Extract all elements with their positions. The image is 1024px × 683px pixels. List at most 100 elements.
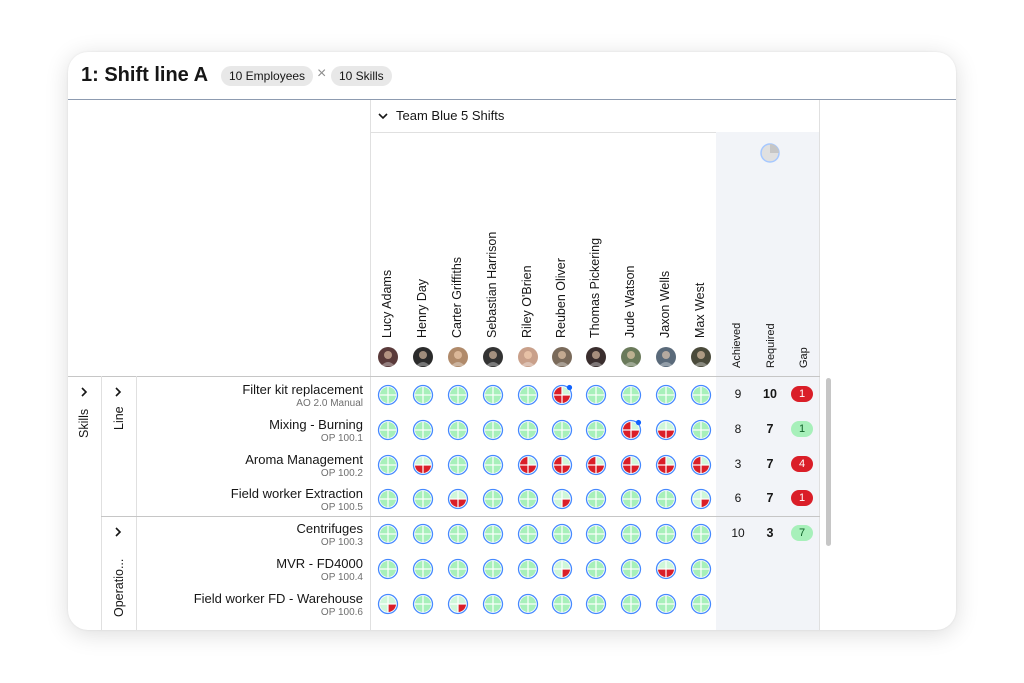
skill-level-icon[interactable] xyxy=(482,488,504,510)
group-label-operations: Operatio... xyxy=(112,558,126,617)
skills-expand-toggle[interactable] xyxy=(79,386,89,401)
employee-avatar[interactable] xyxy=(518,347,538,367)
skill-level-icon[interactable] xyxy=(377,454,399,476)
skill-level-icon[interactable] xyxy=(585,558,607,580)
skill-level-icon[interactable] xyxy=(690,523,712,545)
skill-level-icon[interactable] xyxy=(620,419,642,441)
skill-level-icon[interactable] xyxy=(517,593,539,615)
skill-level-icon[interactable] xyxy=(412,488,434,510)
employee-avatar[interactable] xyxy=(691,347,711,367)
skill-level-icon[interactable] xyxy=(482,558,504,580)
skill-level-icon[interactable] xyxy=(412,558,434,580)
skill-level-icon[interactable] xyxy=(655,488,677,510)
team-toggle[interactable]: Team Blue 5 Shifts xyxy=(378,108,504,123)
skill-level-icon[interactable] xyxy=(412,593,434,615)
skill-level-icon[interactable] xyxy=(655,419,677,441)
skill-level-icon[interactable] xyxy=(482,454,504,476)
skill-level-icon[interactable] xyxy=(447,384,469,406)
skill-level-icon[interactable] xyxy=(620,523,642,545)
skill-level-icon[interactable] xyxy=(690,419,712,441)
skill-level-icon[interactable] xyxy=(377,488,399,510)
skill-level-icon[interactable] xyxy=(517,558,539,580)
skill-level-icon[interactable] xyxy=(690,454,712,476)
skill-level-icon[interactable] xyxy=(412,384,434,406)
employee-avatar[interactable] xyxy=(586,347,606,367)
skill-level-icon[interactable] xyxy=(447,454,469,476)
skill-level-icon[interactable] xyxy=(655,523,677,545)
skill-level-icon[interactable] xyxy=(620,454,642,476)
skill-level-icon[interactable] xyxy=(620,488,642,510)
skill-level-icon[interactable] xyxy=(517,523,539,545)
skill-level-icon[interactable] xyxy=(551,523,573,545)
gap-badge: 4 xyxy=(791,456,813,472)
skill-level-icon[interactable] xyxy=(482,593,504,615)
skill-name: MVR - FD4000 xyxy=(276,556,363,571)
skill-level-icon[interactable] xyxy=(377,523,399,545)
skill-level-icon[interactable] xyxy=(690,384,712,406)
axis-divider xyxy=(101,376,102,630)
skill-level-icon[interactable] xyxy=(620,558,642,580)
skill-level-icon[interactable] xyxy=(517,488,539,510)
skill-label: Field worker FD - Warehouse OP 100.6 xyxy=(136,591,363,623)
skill-level-icon[interactable] xyxy=(655,384,677,406)
skill-level-icon[interactable] xyxy=(655,558,677,580)
skill-level-icon[interactable] xyxy=(690,488,712,510)
skill-level-icon[interactable] xyxy=(585,523,607,545)
skill-level-icon[interactable] xyxy=(620,593,642,615)
skill-level-icon[interactable] xyxy=(585,593,607,615)
skill-name: Centrifuges xyxy=(296,521,363,536)
line-group-toggle[interactable] xyxy=(113,386,123,401)
employee-name: Sebastian Harrison xyxy=(485,231,499,338)
skill-level-icon[interactable] xyxy=(377,384,399,406)
employee-avatar[interactable] xyxy=(552,347,572,367)
employee-avatar[interactable] xyxy=(483,347,503,367)
employee-avatar[interactable] xyxy=(378,347,398,367)
skill-level-icon[interactable] xyxy=(655,593,677,615)
employee-avatar[interactable] xyxy=(621,347,641,367)
gap-header: Gap xyxy=(798,347,810,368)
operations-group-toggle[interactable] xyxy=(113,526,123,541)
skill-level-icon[interactable] xyxy=(517,419,539,441)
skill-level-icon[interactable] xyxy=(447,523,469,545)
skill-level-icon[interactable] xyxy=(585,384,607,406)
achieved-value: 9 xyxy=(734,387,742,401)
skill-level-icon[interactable] xyxy=(585,488,607,510)
skill-level-icon[interactable] xyxy=(447,558,469,580)
skill-level-icon[interactable] xyxy=(412,454,434,476)
team-label: Team Blue 5 Shifts xyxy=(396,108,505,123)
skill-level-icon[interactable] xyxy=(585,419,607,441)
skill-level-icon[interactable] xyxy=(655,454,677,476)
vertical-scrollbar[interactable] xyxy=(826,378,831,546)
gap-badge: 1 xyxy=(791,490,813,506)
skill-level-icon[interactable] xyxy=(551,593,573,615)
skill-level-icon[interactable] xyxy=(482,523,504,545)
employee-avatar[interactable] xyxy=(448,347,468,367)
skill-level-icon[interactable] xyxy=(690,593,712,615)
skill-level-icon[interactable] xyxy=(551,454,573,476)
skill-code: OP 100.1 xyxy=(320,433,363,444)
skill-level-icon[interactable] xyxy=(690,558,712,580)
skill-level-icon[interactable] xyxy=(447,593,469,615)
skill-level-icon[interactable] xyxy=(482,419,504,441)
skill-level-icon[interactable] xyxy=(447,419,469,441)
skill-level-icon[interactable] xyxy=(412,419,434,441)
skill-level-icon[interactable] xyxy=(517,454,539,476)
employee-avatar[interactable] xyxy=(413,347,433,367)
skill-level-icon[interactable] xyxy=(551,558,573,580)
skill-level-icon[interactable] xyxy=(551,384,573,406)
skill-level-icon[interactable] xyxy=(447,488,469,510)
rows-top-divider xyxy=(68,376,820,377)
skill-level-icon[interactable] xyxy=(377,558,399,580)
skill-name: Aroma Management xyxy=(245,452,363,467)
skill-level-icon[interactable] xyxy=(551,488,573,510)
skill-level-icon[interactable] xyxy=(482,384,504,406)
skill-level-icon[interactable] xyxy=(585,454,607,476)
skill-level-icon[interactable] xyxy=(517,384,539,406)
skill-level-icon[interactable] xyxy=(377,593,399,615)
employee-name: Henry Day xyxy=(415,278,429,338)
skill-level-icon[interactable] xyxy=(377,419,399,441)
employee-avatar[interactable] xyxy=(656,347,676,367)
skill-level-icon[interactable] xyxy=(620,384,642,406)
skill-level-icon[interactable] xyxy=(551,419,573,441)
skill-level-icon[interactable] xyxy=(412,523,434,545)
